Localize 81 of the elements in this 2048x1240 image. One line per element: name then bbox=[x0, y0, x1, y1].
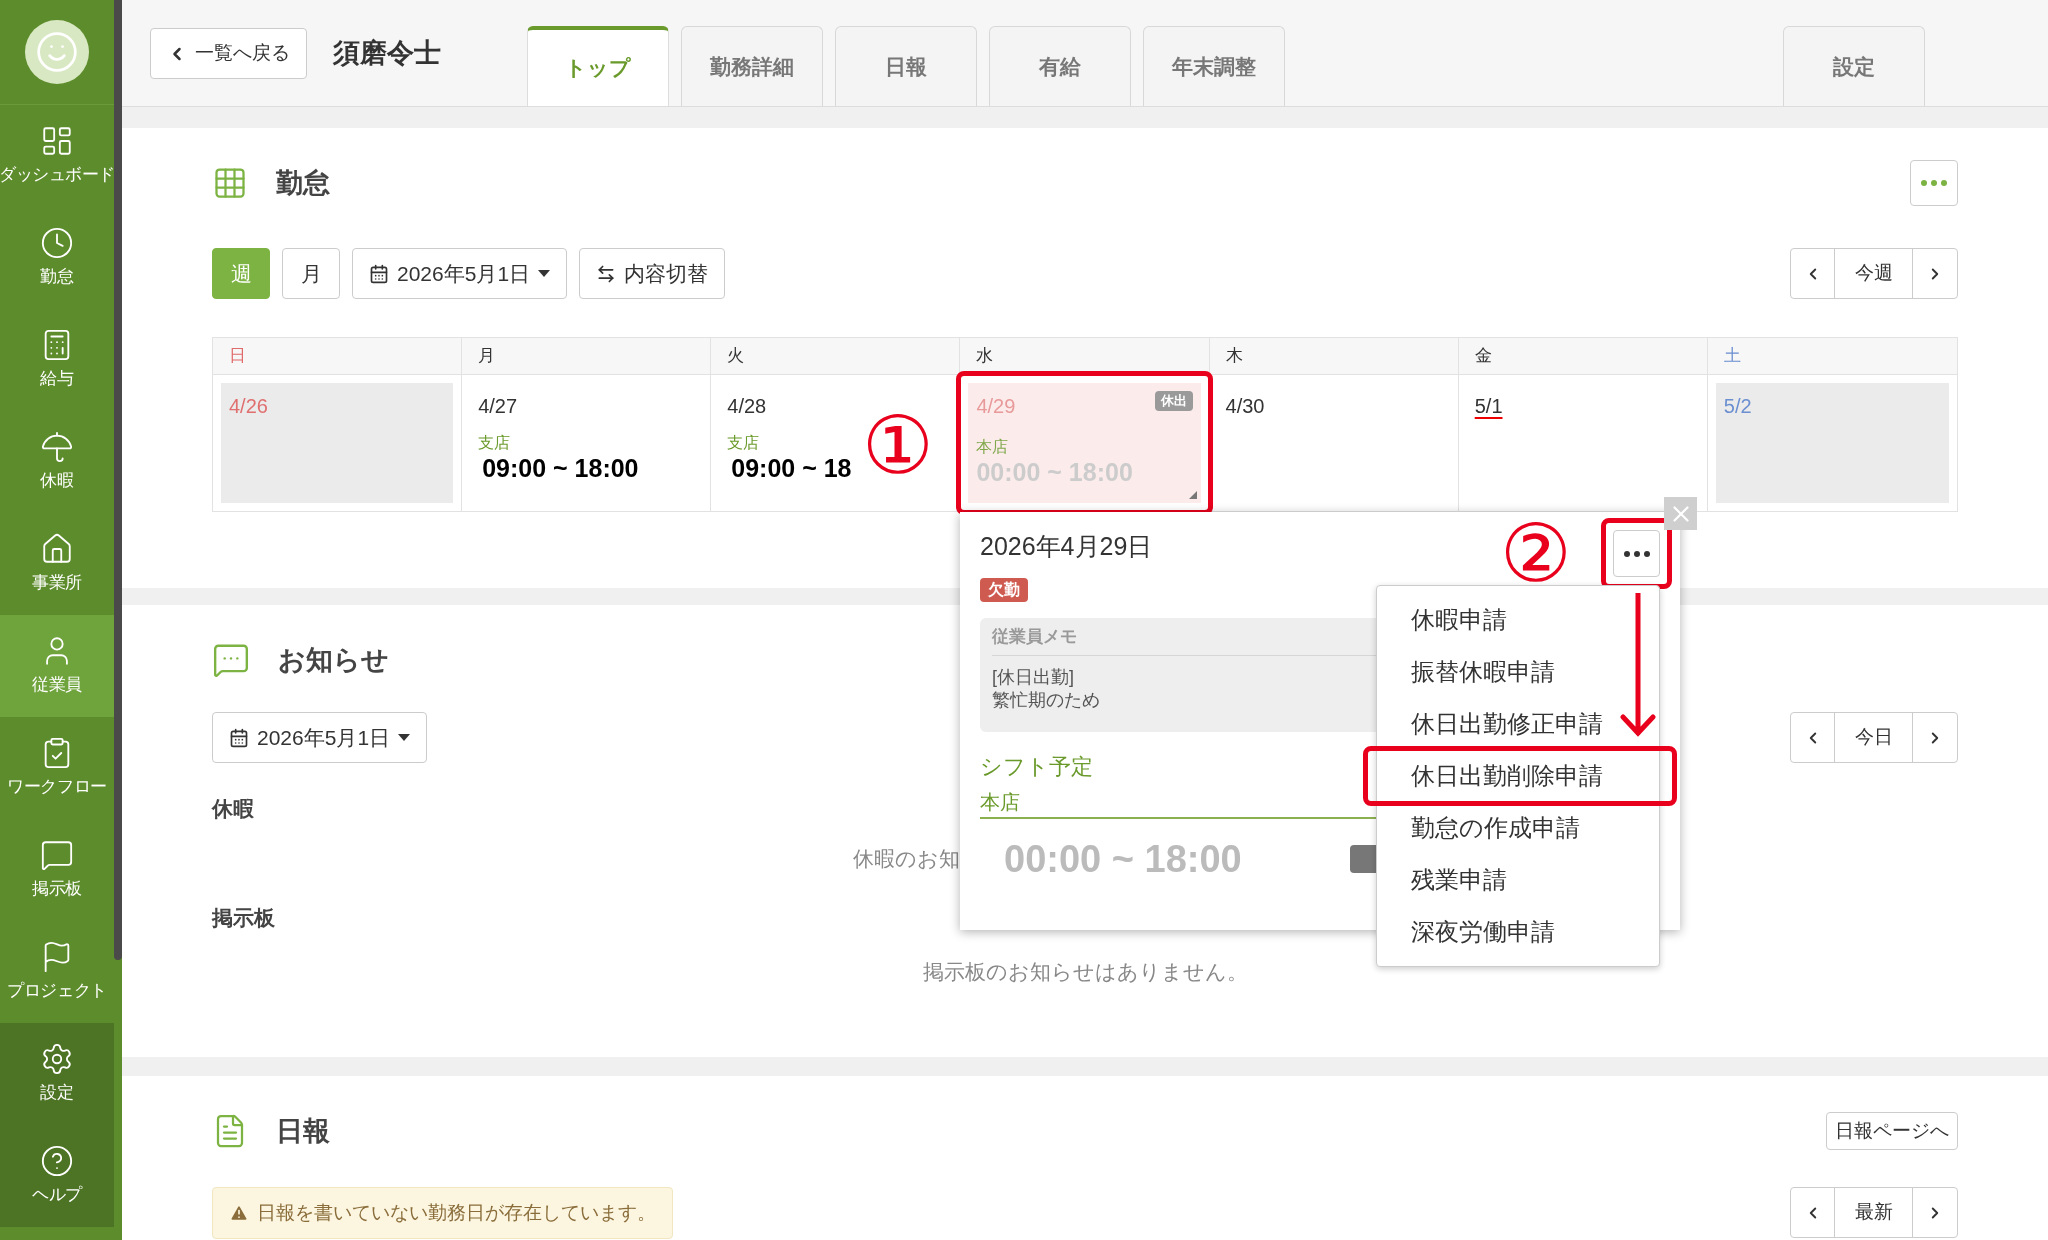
caret-icon bbox=[538, 269, 551, 278]
clock-icon bbox=[40, 226, 74, 261]
weekday-label: 月 bbox=[478, 345, 496, 368]
shift-location: 本店 bbox=[976, 437, 1010, 457]
daily-report-page-button[interactable]: 日報ページへ bbox=[1826, 1112, 1958, 1150]
empty-message: 掲示板のお知らせはありません。 bbox=[922, 958, 1248, 985]
status-badge: 休出 bbox=[1154, 391, 1193, 411]
close-button[interactable] bbox=[1664, 497, 1697, 530]
shift-location: 支店 bbox=[478, 433, 512, 453]
day-date: 5/1 bbox=[1474, 395, 1503, 417]
warning-icon bbox=[229, 1203, 249, 1223]
day-date: 5/2 bbox=[1723, 395, 1752, 417]
settings-icon bbox=[40, 1042, 74, 1077]
callout-number: ② bbox=[1500, 514, 1572, 594]
ellipsis-icon bbox=[1623, 550, 1650, 557]
calendar-cell[interactable]: 4/30 bbox=[1209, 375, 1459, 511]
ellipsis-icon bbox=[1921, 180, 1947, 186]
weekday-label: 水 bbox=[976, 345, 994, 368]
umbrella-icon bbox=[40, 430, 74, 465]
subsection-heading: 掲示板 bbox=[212, 905, 275, 931]
status-badge: 欠勤 bbox=[980, 577, 1028, 602]
sidebar-item[interactable]: 設定 bbox=[0, 1023, 114, 1125]
switch-content-button[interactable]: 内容切替 bbox=[579, 248, 726, 299]
caret-icon bbox=[398, 733, 411, 742]
date-picker[interactable]: 2026年5月1日 bbox=[212, 712, 428, 763]
date-picker[interactable]: 2026年5月1日 bbox=[352, 248, 568, 299]
sidebar-item[interactable]: ヘルプ bbox=[0, 1125, 114, 1227]
day-date: 4/28 bbox=[727, 394, 768, 419]
calendar-icon bbox=[369, 263, 389, 284]
tab[interactable]: 有給 bbox=[989, 26, 1131, 106]
shift-time: 09:00 ~ 18 bbox=[730, 453, 853, 484]
back-button[interactable]: 一覧へ戻る bbox=[150, 28, 307, 79]
tab[interactable]: トップ bbox=[527, 26, 669, 106]
section-title: 勤怠 bbox=[276, 166, 330, 200]
help-icon bbox=[40, 1144, 74, 1179]
tab[interactable]: 勤務詳細 bbox=[681, 26, 823, 106]
section-title: 日報 bbox=[276, 1114, 330, 1148]
shift-location: 本店 bbox=[980, 789, 1020, 815]
day-date: 4/27 bbox=[478, 394, 519, 419]
weekday-label: 日 bbox=[229, 345, 246, 368]
tab[interactable]: 年末調整 bbox=[1143, 26, 1285, 106]
menu-item[interactable]: 深夜労働申請 bbox=[1377, 906, 1659, 958]
weekday-label: 木 bbox=[1225, 345, 1243, 368]
weekday-label: 火 bbox=[727, 345, 745, 368]
popup-date: 2026年4月29日 bbox=[980, 531, 1153, 562]
day-date: 4/30 bbox=[1225, 395, 1265, 417]
resize-handle-icon[interactable] bbox=[1188, 491, 1197, 499]
shift-time: 09:00 ~ 18:00 bbox=[481, 453, 640, 484]
shift-heading: シフト予定 bbox=[980, 752, 1093, 781]
shift-location: 支店 bbox=[727, 433, 761, 453]
calendar-cell[interactable]: 5/2 bbox=[1707, 375, 1957, 511]
weekday-label: 土 bbox=[1723, 345, 1741, 368]
warning-text: 日報を書いていない勤務日が存在しています。 bbox=[257, 1200, 656, 1225]
grid-icon bbox=[212, 165, 248, 201]
chat-bubble-icon bbox=[40, 838, 74, 873]
view-toggle[interactable]: 月 bbox=[282, 248, 340, 299]
tab[interactable]: 設定 bbox=[1783, 26, 1925, 106]
tab[interactable]: 日報 bbox=[835, 26, 977, 106]
sidebar-item[interactable]: 従業員 bbox=[0, 615, 114, 717]
day-date: 4/29 bbox=[976, 394, 1016, 419]
current-button[interactable]: 今日 bbox=[1835, 713, 1913, 762]
more-button[interactable] bbox=[1613, 530, 1660, 577]
shift-time: 00:00 ~ 18:00 bbox=[1004, 836, 1242, 882]
memo-text: [休日出勤] bbox=[992, 666, 1074, 689]
calendar-icon bbox=[229, 727, 249, 748]
smiley-icon bbox=[35, 30, 79, 74]
day-date: 4/26 bbox=[229, 395, 268, 417]
calendar-cell[interactable]: 4/27 支店 09:00 ~ 18:00 bbox=[462, 375, 712, 511]
section-title: お知らせ bbox=[278, 643, 389, 677]
subsection-heading: 休暇 bbox=[212, 796, 254, 822]
weekday-label: 金 bbox=[1474, 345, 1492, 368]
menu-item[interactable]: 休日出勤修正申請 bbox=[1377, 698, 1659, 750]
current-button[interactable]: 最新 bbox=[1835, 1188, 1913, 1237]
empty-message: 休暇のお知 bbox=[853, 845, 960, 872]
current-button[interactable]: 今週 bbox=[1835, 249, 1913, 298]
memo-text: 繁忙期のため bbox=[992, 688, 1100, 711]
callout-number: ① bbox=[862, 406, 934, 486]
scrollbar[interactable] bbox=[114, 0, 122, 960]
employee-name: 須磨令士 bbox=[333, 37, 441, 71]
menu-item[interactable]: 残業申請 bbox=[1377, 854, 1659, 906]
menu-item[interactable]: 勤怠の作成申請 bbox=[1377, 802, 1659, 854]
